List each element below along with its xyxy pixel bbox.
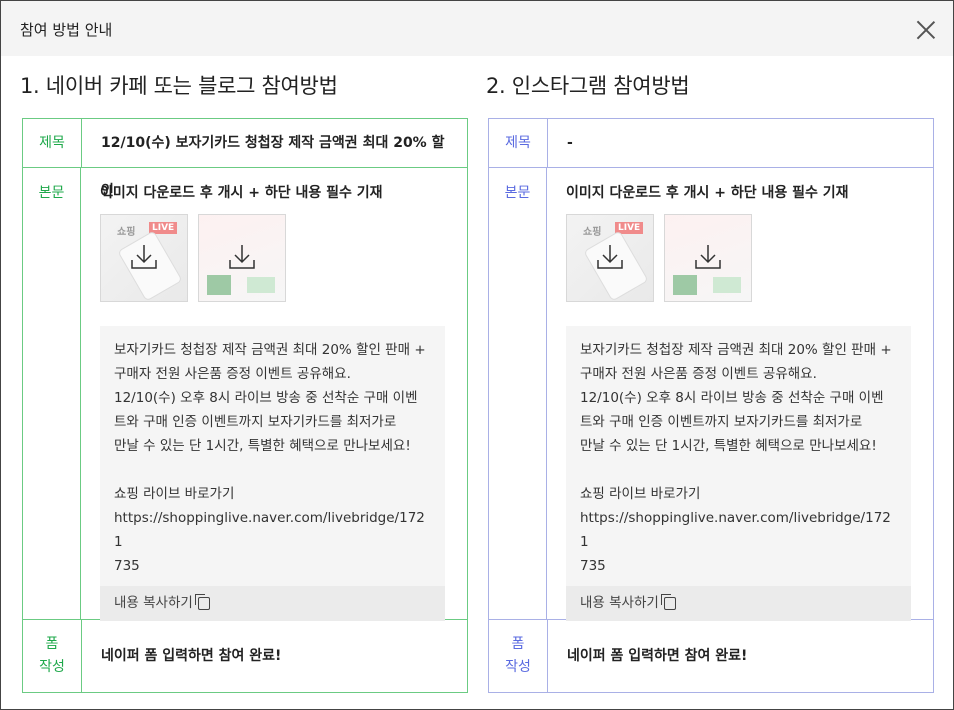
form-label-line1: 폼 [511,636,525,652]
form-label: 폼 작성 [489,620,548,692]
copy-content-button[interactable]: 내용 복사하기 [566,586,911,621]
body-content: 이미지 다운로드 후 개시 + 하단 내용 필수 기재 쇼핑 LIVE 보자기카… [81,168,467,621]
copy-button-label: 내용 복사하기 [580,595,659,611]
guide-table: 제목 12/10(수) 보자기카드 청첩장 제작 금액권 최대 20% 할인 본… [22,118,468,693]
copy-line: 트와 구매 인증 이벤트까지 보자기카드를 최저가로 [114,414,397,430]
download-icon [229,245,255,269]
copy-button-label: 내용 복사하기 [114,595,193,611]
thumb-logo-text: 쇼핑 [117,227,136,238]
download-icon [695,245,721,269]
copy-line: 만날 수 있는 단 1시간, 특별한 혜택으로 만나보세요! [580,438,877,454]
naver-cafe-blog-section: 1. 네이버 카페 또는 블로그 참여방법 제목 12/10(수) 보자기카드 … [20,56,468,693]
copy-line: 12/10(수) 오후 8시 라이브 방송 중 선착순 구매 이벤 [114,390,418,406]
shopping-live-url[interactable]: https://shoppinglive.naver.com/livebridg… [114,506,431,554]
download-image-2[interactable] [198,214,286,302]
copy-icon [194,594,210,610]
body-instruction: 이미지 다운로드 후 개시 + 하단 내용 필수 기재 [100,185,383,201]
card-illustration [713,277,741,293]
image-thumbnails: 쇼핑 LIVE [100,214,448,302]
copy-line: 트와 구매 인증 이벤트까지 보자기카드를 최저가로 [580,414,863,430]
instagram-section: 2. 인스타그램 참여방법 제목 - 본문 이미지 다운로드 후 개시 + 하단… [486,56,934,693]
form-label-line1: 폼 [45,636,59,652]
body-label: 본문 [23,168,81,619]
title-label: 제목 [23,119,82,167]
form-label-line2: 작성 [505,659,531,675]
copy-content-button[interactable]: 내용 복사하기 [100,586,445,621]
image-thumbnails: 쇼핑 LIVE [566,214,914,302]
copy-content-box: 보자기카드 청첩장 제작 금액권 최대 20% 할인 판매 + 구매자 전원 사… [566,326,911,621]
form-row: 폼 작성 네이퍼 폼 입력하면 참여 완료! [489,619,933,692]
title-row: 제목 - [489,119,933,167]
body-content: 이미지 다운로드 후 개시 + 하단 내용 필수 기재 쇼핑 LIVE 보자기카… [547,168,933,621]
form-label: 폼 작성 [23,620,82,692]
card-illustration [673,275,697,295]
title-value: - [567,135,573,151]
card-illustration [247,277,275,293]
copy-line: 만날 수 있는 단 1시간, 특별한 혜택으로 만나보세요! [114,438,411,454]
download-image-1[interactable]: 쇼핑 LIVE [100,214,188,302]
copy-line: 구매자 전원 사은품 증정 이벤트 공유해요. [114,366,351,382]
copy-content-box: 보자기카드 청첩장 제작 금액권 최대 20% 할인 판매 + 구매자 전원 사… [100,326,445,621]
thumb-logo-text: 쇼핑 [583,227,602,238]
body-row: 본문 이미지 다운로드 후 개시 + 하단 내용 필수 기재 쇼핑 LIVE 보… [489,167,933,621]
copy-icon [660,594,676,610]
download-image-2[interactable] [664,214,752,302]
title-value: 12/10(수) 보자기카드 청첩장 제작 금액권 최대 20% 할인 [101,135,445,199]
copy-line: 구매자 전원 사은품 증정 이벤트 공유해요. [580,366,817,382]
close-icon[interactable] [916,20,936,40]
section-title: 2. 인스타그램 참여방법 [486,74,690,98]
form-row: 폼 작성 네이퍼 폼 입력하면 참여 완료! [23,619,467,692]
modal-header: 참여 방법 안내 [1,1,953,56]
copy-line: 12/10(수) 오후 8시 라이브 방송 중 선착순 구매 이벤 [580,390,884,406]
download-icon [597,245,623,269]
shopping-live-url[interactable]: https://shoppinglive.naver.com/livebridg… [580,506,897,554]
copy-text: 보자기카드 청첩장 제작 금액권 최대 20% 할인 판매 + 구매자 전원 사… [100,326,445,586]
guide-table: 제목 - 본문 이미지 다운로드 후 개시 + 하단 내용 필수 기재 쇼핑 L… [488,118,934,693]
shopping-live-link-label: 쇼핑 라이브 바로가기 [114,486,235,502]
form-value: 네이퍼 폼 입력하면 참여 완료! [567,648,748,664]
download-image-1[interactable]: 쇼핑 LIVE [566,214,654,302]
shopping-live-link-label: 쇼핑 라이브 바로가기 [580,486,701,502]
form-value: 네이퍼 폼 입력하면 참여 완료! [101,648,282,664]
body-instruction: 이미지 다운로드 후 개시 + 하단 내용 필수 기재 [566,185,849,201]
form-label-line2: 작성 [39,659,65,675]
section-title: 1. 네이버 카페 또는 블로그 참여방법 [20,74,338,98]
copy-line: 보자기카드 청첩장 제작 금액권 최대 20% 할인 판매 + [580,342,892,358]
copy-text: 보자기카드 청첩장 제작 금액권 최대 20% 할인 판매 + 구매자 전원 사… [566,326,911,586]
body-label: 본문 [489,168,547,619]
shopping-live-url-cont[interactable]: 735 [114,554,431,578]
title-row: 제목 12/10(수) 보자기카드 청첩장 제작 금액권 최대 20% 할인 [23,119,467,199]
title-label: 제목 [489,119,548,167]
participation-guide-modal: 참여 방법 안내 1. 네이버 카페 또는 블로그 참여방법 제목 12/10(… [0,0,954,710]
copy-line: 보자기카드 청첩장 제작 금액권 최대 20% 할인 판매 + [114,342,426,358]
shopping-live-url-cont[interactable]: 735 [580,554,897,578]
card-illustration [207,275,231,295]
body-row: 본문 이미지 다운로드 후 개시 + 하단 내용 필수 기재 쇼핑 LIVE 보… [23,167,467,621]
modal-title: 참여 방법 안내 [20,21,113,39]
download-icon [131,245,157,269]
